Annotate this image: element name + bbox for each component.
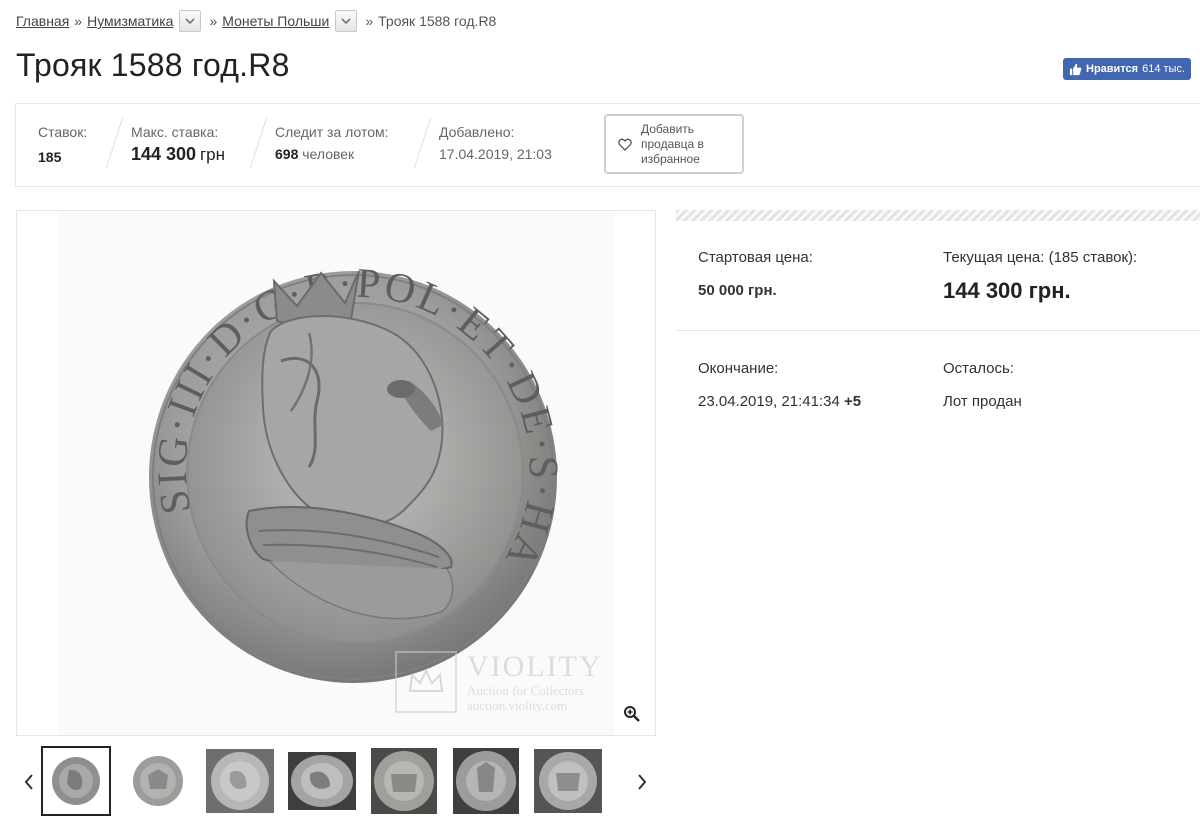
start-price-label: Стартовая цена: <box>698 249 813 266</box>
facebook-like-button[interactable]: Нравится 614 тыс. <box>1063 58 1192 80</box>
time-left-block: Осталось: Лот продан <box>943 360 1022 410</box>
divider <box>249 118 268 168</box>
end-time-value: 23.04.2019, 21:41:34 <box>698 393 840 410</box>
bids-label: Ставок: <box>38 124 88 140</box>
chevron-down-icon <box>185 17 196 24</box>
added-stat: Добавлено: 17.04.2019, 21:03 <box>439 124 552 162</box>
zoom-in-button[interactable] <box>623 705 643 725</box>
lot-stats-bar: Ставок: 185 Макс. ставка: 144 300 грн Сл… <box>15 103 1200 187</box>
max-bid-value: 144 300 <box>131 144 197 164</box>
bids-stat: Ставок: 185 <box>38 124 87 165</box>
chevron-down-icon <box>341 17 351 24</box>
add-seller-to-favorites-label: Добавить продавца в избранное <box>641 121 704 166</box>
violity-watermark: VIOLITY Auction for Collectors auction.v… <box>395 651 603 713</box>
thumbnail-image <box>453 748 519 814</box>
breadcrumb-poland-coins-link[interactable]: Монеты Польши <box>222 13 329 29</box>
max-bid-label: Макс. ставка: <box>131 124 219 140</box>
watermark-url: auction.violity.com <box>467 698 568 713</box>
thumbnail-strip <box>16 744 656 819</box>
thumbnail-image <box>206 749 274 813</box>
end-time-timezone: +5 <box>843 393 862 410</box>
max-bid-stat: Макс. ставка: 144 300 грн <box>131 124 225 165</box>
breadcrumb-current: Трояк 1588 год.R8 <box>378 13 497 29</box>
thumbnail-7[interactable] <box>533 746 603 816</box>
start-price-value: 50 000 грн. <box>698 282 777 299</box>
lot-image-viewer[interactable]: SIG·III·D·G·R·POL·ET·DE·S·HAE· VIOLITY A… <box>16 210 656 736</box>
like-label: Нравится <box>1086 63 1139 75</box>
poland-coins-dropdown-button[interactable] <box>335 10 358 32</box>
thumbnail-6[interactable] <box>451 746 521 816</box>
end-time-block: Окончание: 23.04.2019, 21:41:34 +5 <box>698 360 861 410</box>
breadcrumb-separator: » <box>74 13 83 29</box>
current-price-label: Текущая цена: (185 ставок): <box>943 249 1138 266</box>
end-time-label: Окончание: <box>698 360 779 377</box>
bids-value: 185 <box>38 149 62 165</box>
thumbnails-next-button[interactable] <box>632 768 652 796</box>
current-price-value: 144 300 грн. <box>943 278 1071 303</box>
thumbnail-5[interactable] <box>369 746 439 816</box>
watchers-stat: Следит за лотом: 698 человек <box>275 124 389 162</box>
watermark-crown-logo <box>395 651 457 713</box>
start-price-block: Стартовая цена: 50 000 грн. <box>698 249 813 299</box>
thumbnail-2[interactable] <box>123 746 193 816</box>
thumbnail-image <box>133 756 183 806</box>
watchers-value: 698 <box>275 146 299 162</box>
chevron-left-icon <box>24 774 33 790</box>
breadcrumb-separator: » <box>365 13 374 29</box>
thumbnail-image <box>534 749 602 813</box>
zoom-in-icon <box>624 706 640 722</box>
divider <box>413 118 432 168</box>
breadcrumb-home-link[interactable]: Главная <box>16 13 69 29</box>
time-left-value: Лот продан <box>943 393 1022 410</box>
coin-photo[interactable]: SIG·III·D·G·R·POL·ET·DE·S·HAE· VIOLITY A… <box>45 211 615 735</box>
thumbnail-image <box>288 752 356 810</box>
max-bid-currency: грн <box>199 145 226 164</box>
current-price-block: Текущая цена: (185 ставок): 144 300 грн. <box>943 249 1137 304</box>
added-label: Добавлено: <box>439 124 515 140</box>
page-title: Трояк 1588 год.R8 <box>16 47 290 83</box>
watchers-label: Следит за лотом: <box>275 124 389 140</box>
added-value: 17.04.2019, 21:03 <box>439 146 552 162</box>
breadcrumb-separator: » <box>209 13 218 29</box>
add-seller-to-favorites-button[interactable]: Добавить продавца в избранное <box>604 114 744 174</box>
watchers-unit: человек <box>302 146 355 162</box>
numismatics-dropdown-button[interactable] <box>179 10 202 32</box>
thumbnails-prev-button[interactable] <box>19 768 39 796</box>
price-divider <box>676 330 1200 331</box>
time-left-label: Осталось: <box>943 360 1014 377</box>
thumbnail-3[interactable] <box>205 746 275 816</box>
thumbs-up-icon <box>1069 63 1082 75</box>
thumbnail-1[interactable] <box>41 746 111 816</box>
breadcrumb: Главная » Нумизматика » Монеты Польши » … <box>16 9 496 33</box>
breadcrumb-numismatics-link[interactable]: Нумизматика <box>87 13 173 29</box>
thumbnail-image <box>52 757 100 805</box>
thumbnail-image <box>371 748 437 814</box>
divider <box>105 118 124 168</box>
thumbnail-4[interactable] <box>287 746 357 816</box>
chevron-right-icon <box>638 774 647 790</box>
like-count: 614 тыс. <box>1142 63 1186 75</box>
watermark-brand: VIOLITY <box>467 650 603 683</box>
watermark-tagline: Auction for Collectors <box>467 683 584 698</box>
price-panel-stripe <box>676 210 1200 221</box>
heart-icon <box>618 138 632 151</box>
